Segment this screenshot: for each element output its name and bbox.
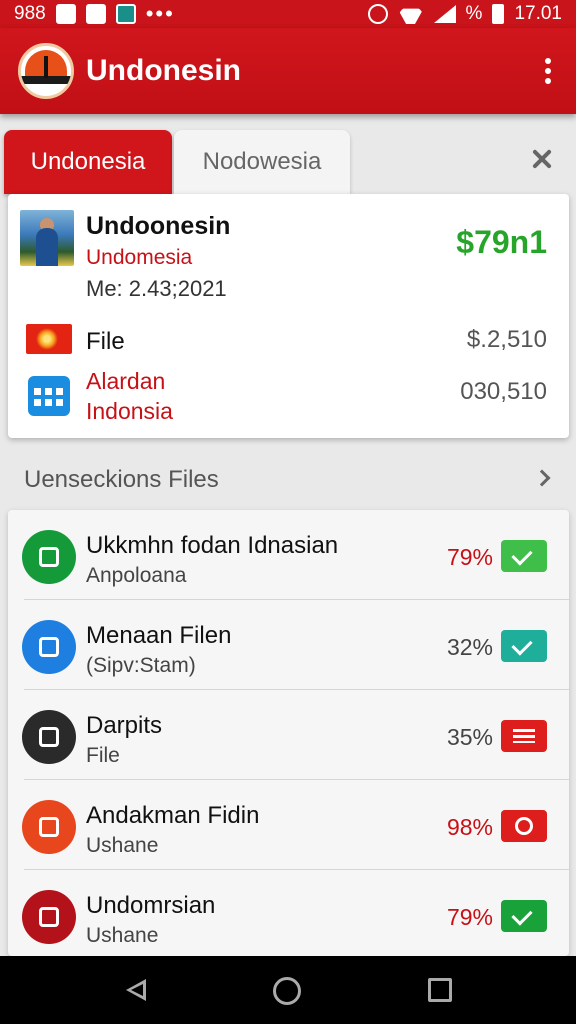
tab-bar: Undonesia Nodowesia xyxy=(4,130,572,194)
recents-icon[interactable] xyxy=(428,978,452,1002)
list-icon xyxy=(22,890,76,944)
calendar-label-line1: Alardan xyxy=(86,368,166,394)
list-item-subtitle: (Sipv:Stam) xyxy=(86,654,196,677)
card-meta: Me: 2.43;2021 xyxy=(86,276,227,301)
list-item-title: Menaan Filen xyxy=(86,622,232,649)
battery-percent: % xyxy=(465,3,483,24)
alarm-icon xyxy=(367,4,388,24)
calendar-label-line2: Indonsia xyxy=(86,398,173,424)
list-item-percent: 79% xyxy=(446,544,493,570)
list-item[interactable]: Menaan Filen (Sipv:Stam) 32% xyxy=(8,600,569,690)
more-dots-icon: ••• xyxy=(145,1,175,26)
card-amount: $79n1 xyxy=(456,224,547,260)
mail-icon xyxy=(85,4,106,24)
list-item-percent: 35% xyxy=(446,724,493,750)
files-list: Ukkmhn fodan Idnasian Anpoloana 79% Mena… xyxy=(8,510,569,956)
timer-badge-icon[interactable] xyxy=(501,810,547,842)
flag-logo-icon[interactable] xyxy=(18,43,74,99)
list-item[interactable]: Darpits File 35% xyxy=(8,690,569,780)
list-item-subtitle: Anpoloana xyxy=(86,564,187,587)
list-item-title: Ukkmhn fodan Idnasian xyxy=(86,532,339,559)
list-item[interactable]: Undomrsian Ushane 79% xyxy=(8,870,569,956)
status-bar: 988 ••• % 17.01 xyxy=(0,0,576,28)
card-name: Undoonesin xyxy=(86,212,231,240)
list-item-subtitle: File xyxy=(86,744,120,767)
list-item[interactable]: Andakman Fidin Ushane 98% xyxy=(8,780,569,870)
phone-icon xyxy=(22,530,76,584)
list-item-subtitle: Ushane xyxy=(86,834,159,857)
file-label: File xyxy=(86,328,125,355)
nfc-icon xyxy=(55,4,76,24)
wifi-icon xyxy=(398,4,424,24)
card-subtitle: Undomesia xyxy=(86,246,193,269)
lines-badge-icon[interactable] xyxy=(501,720,547,752)
check-badge-icon[interactable] xyxy=(501,900,547,932)
status-left-text: 988 xyxy=(14,3,46,24)
list-item-title: Andakman Fidin xyxy=(86,802,260,829)
flag-icon xyxy=(26,324,72,354)
list-item-percent: 32% xyxy=(446,634,493,660)
section-title[interactable]: Uenseckions Files xyxy=(24,466,219,494)
check-badge-icon[interactable] xyxy=(501,540,547,572)
calendar-icon xyxy=(28,376,70,416)
app-title: Undonesin xyxy=(86,54,241,87)
photo-icon xyxy=(115,4,136,24)
battery-icon xyxy=(492,4,505,24)
navigation-bar xyxy=(0,956,576,1024)
list-item-title: Undomrsian xyxy=(86,892,216,919)
back-icon[interactable] xyxy=(122,977,148,1003)
book-icon xyxy=(22,800,76,854)
more-vert-icon[interactable] xyxy=(538,58,558,84)
calendar-value: 030,510 xyxy=(460,378,547,405)
list-item-percent: 79% xyxy=(446,904,493,930)
tab-undonesia[interactable]: Undonesia xyxy=(4,130,172,194)
tab-nodowesia[interactable]: Nodowesia xyxy=(174,130,350,194)
app-bar: Undonesin xyxy=(0,28,576,114)
file-value: $.2,510 xyxy=(466,326,547,353)
list-item[interactable]: Ukkmhn fodan Idnasian Anpoloana 79% xyxy=(8,510,569,600)
clock-icon xyxy=(22,710,76,764)
list-item-title: Darpits xyxy=(86,712,163,739)
signal-icon xyxy=(433,5,456,23)
close-icon[interactable] xyxy=(528,146,556,174)
summary-card[interactable]: Undoonesin Undomesia Me: 2.43;2021 $79n1… xyxy=(8,194,569,438)
list-item-percent: 98% xyxy=(446,814,493,840)
home-icon[interactable] xyxy=(273,977,301,1005)
mail-icon xyxy=(22,620,76,674)
check-badge-icon[interactable] xyxy=(501,630,547,662)
avatar xyxy=(20,210,74,266)
chevron-right-icon[interactable] xyxy=(533,469,551,487)
list-item-subtitle: Ushane xyxy=(86,924,159,947)
calendar-label: Alardan Indonsia xyxy=(86,366,173,426)
status-time: 17.01 xyxy=(514,3,562,24)
